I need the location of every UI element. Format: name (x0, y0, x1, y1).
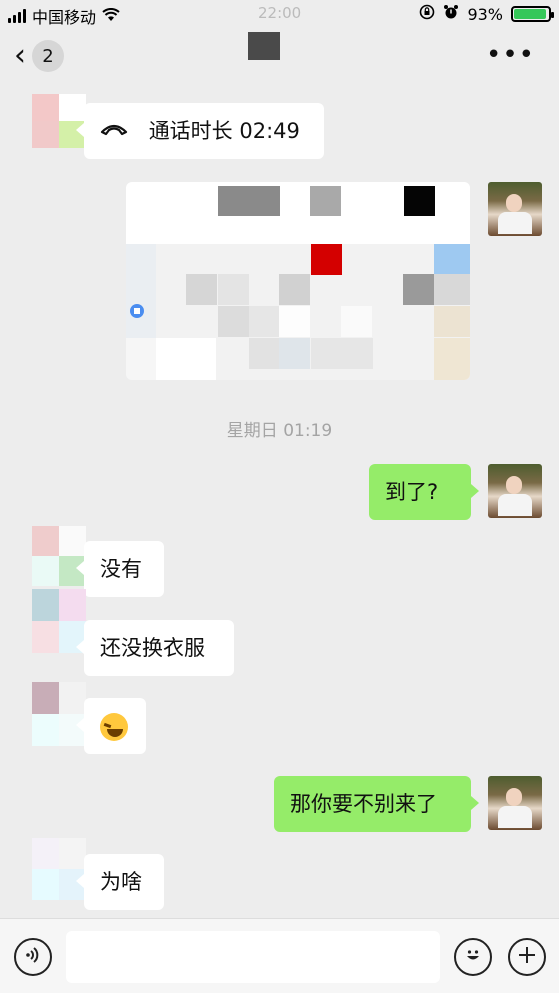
chat-title-redacted (248, 32, 280, 60)
unread-badge: 2 (32, 40, 64, 72)
voice-button[interactable] (14, 938, 52, 976)
plus-icon (517, 945, 537, 970)
my-avatar[interactable] (488, 776, 542, 830)
status-right: 93% (419, 4, 554, 24)
status-left: 中国移动 (8, 4, 120, 28)
message-input[interactable] (66, 931, 440, 983)
contact-avatar[interactable] (32, 682, 86, 746)
orientation-lock-icon (419, 4, 435, 24)
location-message[interactable] (126, 182, 470, 380)
battery-percent: 93% (467, 4, 503, 24)
clock: 22:00 (258, 4, 302, 22)
add-button[interactable] (508, 938, 546, 976)
phone-hangup-icon (100, 116, 128, 144)
received-message-bubble[interactable]: 为啥 (76, 854, 164, 910)
call-duration-text: 通话时长 02:49 (148, 119, 300, 143)
carrier-label: 中国移动 (32, 8, 97, 27)
sent-message-bubble[interactable]: 那你要不别来了 (274, 776, 479, 832)
received-message-bubble[interactable]: 还没换衣服 (76, 620, 234, 676)
signal-icon (8, 9, 26, 23)
received-message-bubble[interactable]: 没有 (76, 541, 164, 597)
timestamp-separator: 星期日 01:19 (226, 421, 333, 441)
call-duration-bubble[interactable]: 通话时长 02:49 (76, 103, 324, 159)
contact-avatar[interactable] (32, 526, 86, 586)
alarm-icon (443, 4, 459, 24)
location-title-redacted (156, 182, 470, 244)
status-bar: 中国移动 22:00 93% (0, 0, 559, 28)
input-bar (0, 918, 559, 993)
emoji-button[interactable] (454, 938, 492, 976)
nav-bar: ‹ 2 ••• (0, 28, 559, 86)
my-avatar[interactable] (488, 464, 542, 518)
battery-fill (514, 9, 546, 19)
back-button[interactable]: ‹ 2 (14, 40, 64, 72)
wifi-icon (102, 7, 120, 26)
received-emoji-bubble[interactable] (76, 698, 146, 754)
my-avatar[interactable] (488, 182, 542, 236)
contact-avatar[interactable] (32, 94, 86, 148)
map-pin-icon (128, 302, 146, 324)
sent-message-bubble[interactable]: 到了? (369, 464, 479, 520)
contact-avatar[interactable] (32, 838, 86, 900)
voice-icon (23, 945, 43, 970)
more-button[interactable]: ••• (486, 42, 535, 68)
map-thumbnail (126, 244, 470, 380)
chevron-left-icon: ‹ (14, 38, 26, 73)
chat-area[interactable]: 通话时长 02:49 星期日 01:19 到了? 没有 还没换衣服 那你要不别来… (0, 86, 559, 918)
laughing-crying-emoji-icon (100, 713, 128, 741)
battery-icon (511, 6, 554, 22)
smiley-icon (462, 944, 484, 971)
